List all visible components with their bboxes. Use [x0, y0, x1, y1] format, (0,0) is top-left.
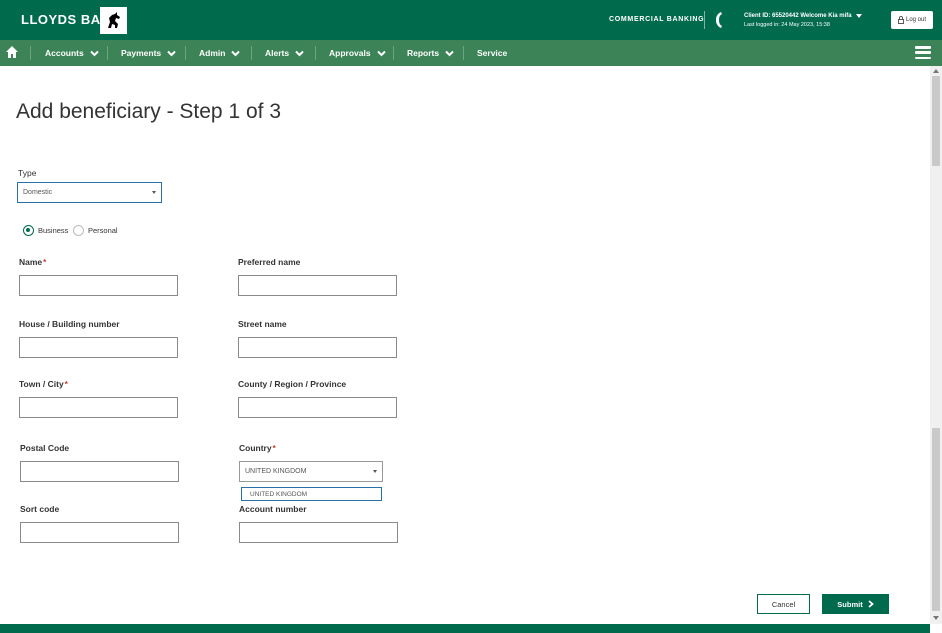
last-logged-in: Last logged in: 24 May 2023, 15:38	[744, 22, 830, 28]
radio-business-label: Business	[38, 225, 69, 235]
nav-item-reports[interactable]: Reports	[407, 40, 454, 66]
nav-item-approvals[interactable]: Approvals	[329, 40, 386, 66]
account-number-input[interactable]	[239, 522, 398, 543]
header-divider	[704, 11, 705, 29]
required-mark: *	[64, 380, 68, 389]
scrollbar-thumb[interactable]	[932, 76, 940, 166]
type-select[interactable]: Domestic	[17, 182, 162, 203]
page-title: Add beneficiary - Step 1 of 3	[16, 100, 281, 123]
cancel-button[interactable]: Cancel	[757, 594, 810, 614]
phone-icon[interactable]	[713, 11, 725, 29]
street-name-input[interactable]	[238, 337, 397, 358]
logout-label: Log out	[905, 17, 927, 23]
nav-item-label: Approvals	[329, 48, 371, 58]
client-id-welcome: Client ID: 65520442 Welcome Kia mifa	[744, 13, 852, 19]
required-mark: *	[43, 258, 47, 267]
preferred-name-label: Preferred name	[238, 257, 301, 267]
street-name-label: Street name	[238, 319, 287, 329]
chevron-down-icon	[295, 50, 304, 56]
main-navigation: Accounts Payments Admin Alerts Approvals…	[0, 40, 942, 66]
commercial-banking-label: COMMERCIAL BANKING	[609, 16, 705, 23]
submit-label: Submit	[837, 599, 863, 609]
sort-code-input[interactable]	[20, 522, 179, 543]
country-select-value: UNITED KINGDOM	[245, 468, 307, 475]
nav-divider	[315, 46, 316, 60]
account-number-label: Account number	[239, 504, 307, 514]
required-mark: *	[272, 444, 276, 453]
country-option-uk[interactable]: UNITED KINGDOM	[241, 487, 382, 501]
house-number-label: House / Building number	[19, 319, 120, 329]
hamburger-menu-icon[interactable]	[915, 46, 931, 59]
logout-button[interactable]: Log out	[891, 11, 933, 29]
lock-icon	[898, 16, 904, 24]
postal-code-input[interactable]	[20, 461, 179, 482]
chevron-down-icon	[376, 50, 386, 56]
chevron-down-icon	[90, 50, 99, 56]
nav-divider	[185, 46, 186, 60]
nav-divider	[251, 46, 252, 60]
county-input[interactable]	[238, 397, 397, 418]
chevron-down-icon	[373, 470, 377, 473]
nav-item-label: Alerts	[265, 48, 290, 58]
county-label: County / Region / Province	[238, 379, 347, 389]
radio-business[interactable]: Business	[23, 224, 68, 236]
scrollbar-thumb[interactable]	[932, 428, 940, 611]
nav-item-admin[interactable]: Admin	[199, 40, 241, 66]
radio-personal[interactable]: Personal	[73, 224, 118, 236]
cancel-label: Cancel	[771, 599, 796, 609]
chevron-right-icon	[868, 600, 874, 608]
nav-item-alerts[interactable]: Alerts	[265, 40, 304, 66]
country-select[interactable]: UNITED KINGDOM	[239, 461, 383, 482]
chevron-down-icon	[231, 50, 241, 56]
country-label: Country*	[239, 443, 276, 453]
nav-item-label: Reports	[407, 48, 440, 58]
nav-item-accounts[interactable]: Accounts	[45, 40, 99, 66]
chevron-down-icon	[152, 191, 156, 194]
postal-code-label: Postal Code	[20, 443, 70, 453]
nav-divider	[107, 46, 108, 60]
nav-divider	[393, 46, 394, 60]
nav-item-label: Service	[477, 48, 508, 58]
radio-button-checked[interactable]	[23, 224, 34, 236]
nav-item-label: Payments	[121, 48, 162, 58]
type-select-value: Domestic	[23, 189, 53, 196]
page-footer	[0, 624, 930, 633]
radio-button[interactable]	[73, 224, 84, 236]
horse-logo-icon[interactable]	[100, 7, 127, 34]
client-info: Client ID: 65520442 Welcome Kia mifa Las…	[744, 12, 852, 30]
chevron-down-icon	[167, 50, 176, 56]
scroll-down-arrow-icon[interactable]	[933, 616, 939, 620]
type-label: Type	[18, 168, 37, 178]
town-city-label: Town / City*	[19, 379, 68, 389]
name-label: Name*	[19, 257, 47, 267]
nav-item-service[interactable]: Service	[477, 40, 507, 66]
sort-code-label: Sort code	[20, 504, 60, 514]
user-menu-caret-icon[interactable]	[856, 14, 862, 18]
scroll-up-arrow-icon[interactable]	[933, 69, 939, 73]
radio-personal-label: Personal	[88, 225, 118, 235]
town-city-input[interactable]	[19, 397, 178, 418]
chevron-down-icon	[445, 50, 454, 56]
submit-button[interactable]: Submit	[822, 594, 889, 614]
nav-divider	[463, 46, 464, 60]
nav-divider	[30, 46, 31, 60]
name-input[interactable]	[19, 275, 178, 296]
nav-item-payments[interactable]: Payments	[121, 40, 176, 66]
preferred-name-input[interactable]	[238, 275, 397, 296]
nav-item-label: Accounts	[45, 48, 84, 58]
top-header: LLOYDS BANK COMMERCIAL BANKING Client ID…	[0, 0, 942, 40]
nav-item-label: Admin	[199, 48, 226, 58]
home-icon[interactable]	[5, 45, 21, 61]
house-number-input[interactable]	[19, 337, 178, 358]
